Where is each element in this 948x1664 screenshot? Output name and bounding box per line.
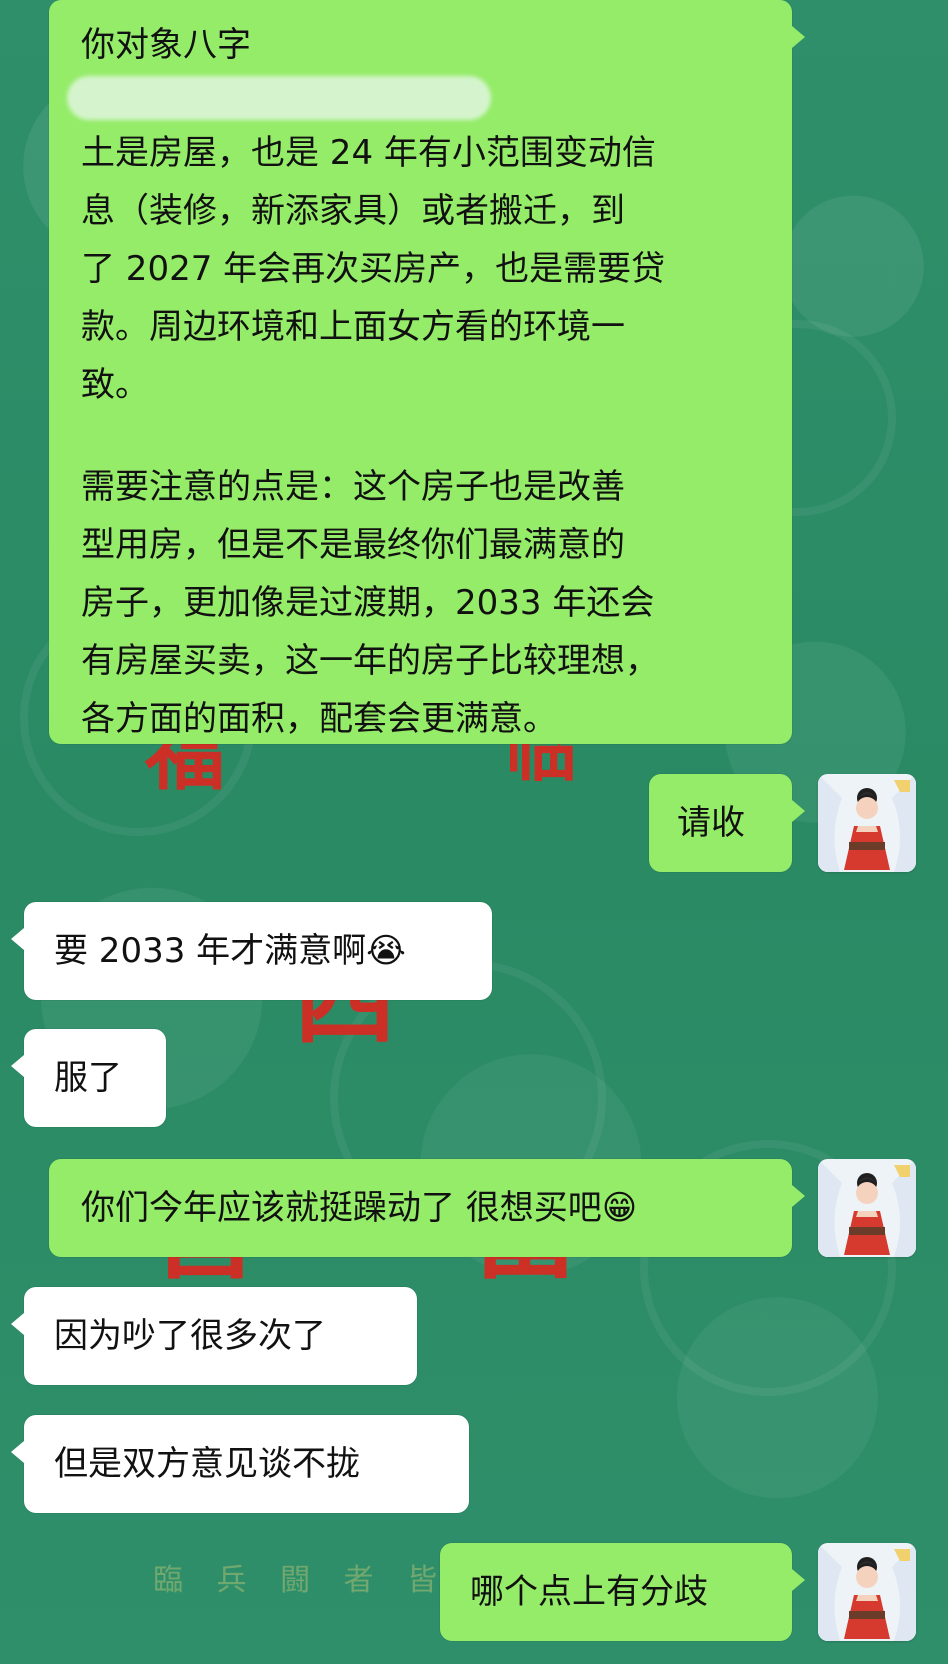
message-bubble-outgoing[interactable]: 哪个点上有分歧 [440,1543,805,1641]
message-text: 你们今年应该就挺躁动了 很想买吧😁 [81,1188,638,1228]
redacted-text-blur [67,76,491,120]
message-text-line: 款。周边环境和上面女方看的环境一 [81,307,625,347]
avatar[interactable] [818,1543,916,1641]
avatar[interactable] [818,774,916,872]
message-bubble-incoming[interactable]: 服了 [11,1029,166,1127]
message-bubble-outgoing[interactable]: 你们今年应该就挺躁动了 很想买吧😁 [49,1159,805,1257]
message-text: 哪个点上有分歧 [470,1572,708,1612]
message-text-line: 型用房，但是不是最终你们最满意的 [81,525,625,565]
message-bubble-incoming[interactable]: 要 2033 年才满意啊😭 [11,902,492,1000]
message-text-line: 土是房屋，也是 24 年有小范围变动信 [81,133,656,173]
message-text-line: 各方面的面积，配套会更满意。 [81,699,557,739]
message-text: 因为吵了很多次了 [54,1316,326,1356]
background-bottom-phrase: 臨 兵 闘 者 皆 [153,1563,450,1598]
message-text: 要 2033 年才满意啊😭 [54,931,406,971]
message-text-line: 需要注意的点是：这个房子也是改善 [81,467,625,507]
avatar[interactable] [818,1159,916,1257]
message-text: 服了 [54,1058,122,1098]
message-text-line: 你对象八字 [81,25,251,65]
message-text-line: 有房屋买卖，这一年的房子比较理想， [81,641,659,681]
message-text: 但是双方意见谈不拢 [54,1444,360,1484]
message-bubble-incoming[interactable]: 因为吵了很多次了 [11,1287,417,1385]
message-text-line: 致。 [81,365,149,405]
message-text-line: 息（装修，新添家具）或者搬迁，到 [81,191,625,231]
message-text-line: 了 2027 年会再次买房产，也是需要贷 [81,249,666,289]
message-text-line: 房子，更加像是过渡期，2033 年还会 [81,583,655,623]
message-bubble-outgoing[interactable]: 你对象八字 土是房屋，也是 24 年有小范围变动信 息（装修，新添家具）或者搬迁… [49,0,805,744]
message-bubble-outgoing[interactable]: 请收 [649,774,805,872]
message-bubble-incoming[interactable]: 但是双方意见谈不拢 [11,1415,469,1513]
message-text: 请收 [677,803,745,843]
